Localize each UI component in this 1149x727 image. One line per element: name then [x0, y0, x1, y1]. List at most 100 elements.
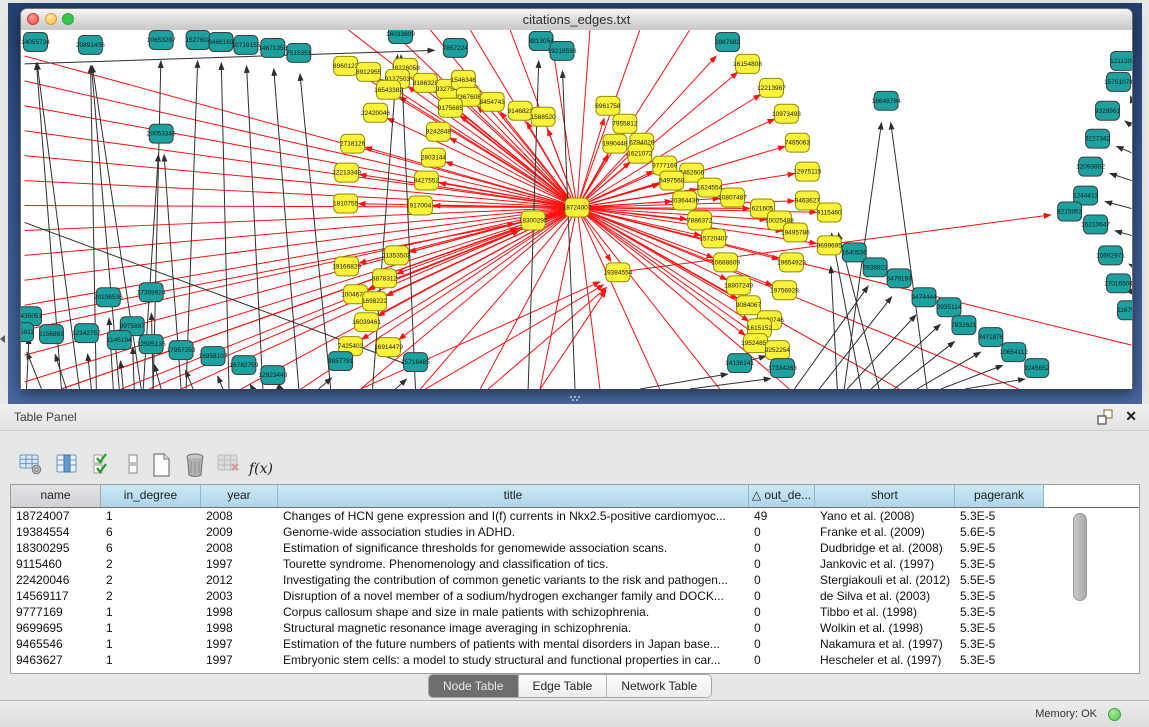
- graph-node[interactable]: 16782759: [230, 356, 259, 375]
- tab-network-table[interactable]: Network Table: [607, 675, 711, 697]
- graph-node[interactable]: 2935114: [937, 298, 962, 317]
- graph-node[interactable]: 9245652: [1024, 359, 1050, 378]
- graph-node[interactable]: 16543382: [374, 80, 403, 99]
- graph-node[interactable]: 19756928: [770, 281, 799, 300]
- graph-node[interactable]: 16039461: [352, 313, 381, 332]
- select-all-icon[interactable]: [88, 450, 118, 480]
- graph-node[interactable]: 16914479: [374, 338, 403, 357]
- graph-node[interactable]: 9329961: [1095, 101, 1121, 120]
- graph-node[interactable]: 2887682: [715, 32, 741, 51]
- graph-node[interactable]: 6497568: [659, 171, 685, 190]
- graph-node[interactable]: 17359924: [137, 283, 166, 302]
- graph-node[interactable]: 917004: [408, 196, 432, 215]
- new-table-icon[interactable]: [146, 450, 176, 480]
- close-icon[interactable]: ✕: [1125, 407, 1137, 425]
- graph-node[interactable]: 2803144: [421, 148, 447, 167]
- vertical-scrollbar[interactable]: [1072, 511, 1087, 671]
- graph-node[interactable]: 16210647: [1081, 215, 1110, 234]
- graph-node[interactable]: 7485063: [785, 133, 811, 152]
- graph-node[interactable]: 19384554: [603, 263, 632, 282]
- graph-node[interactable]: 12093852: [1076, 157, 1105, 176]
- table-row[interactable]: 946554611997Estimation of the future num…: [11, 636, 1139, 652]
- graph-node[interactable]: 20053346: [147, 124, 176, 143]
- graph-node[interactable]: 1211305: [1110, 51, 1132, 70]
- graph-node[interactable]: 14055724: [21, 32, 50, 51]
- table-row[interactable]: 1830029562008Estimation of significance …: [11, 540, 1139, 556]
- table-row[interactable]: 2242004622012Investigating the contribut…: [11, 572, 1139, 588]
- graph-node[interactable]: 14671358: [258, 38, 287, 57]
- graph-node[interactable]: 20206536: [94, 288, 123, 307]
- graph-node[interactable]: 10807487: [718, 188, 747, 207]
- graph-node[interactable]: 9699695: [817, 236, 843, 255]
- graph-node[interactable]: 6466163: [208, 32, 234, 51]
- table-row[interactable]: 946362711997Embryonic stem cells: a mode…: [11, 652, 1139, 668]
- graph-node[interactable]: 16648784: [872, 91, 901, 110]
- graph-node[interactable]: 11353503: [382, 246, 411, 265]
- graph-node[interactable]: 10688809: [711, 253, 740, 272]
- graph-node[interactable]: 7515351: [286, 43, 312, 62]
- graph-node[interactable]: 1640536: [842, 243, 868, 262]
- table-row[interactable]: 1456911722003Disruption of a novel membe…: [11, 588, 1139, 604]
- graph-node[interactable]: 8471876: [978, 328, 1004, 347]
- graph-node[interactable]: 12975115: [793, 162, 822, 181]
- table-row[interactable]: 977716911998Corpus callosum shape and si…: [11, 604, 1139, 620]
- graph-node[interactable]: 15720407: [699, 229, 728, 248]
- graph-node[interactable]: 8912955: [356, 62, 382, 81]
- graph-node[interactable]: 8960123: [333, 56, 359, 75]
- column-header-pagerank[interactable]: pagerank: [955, 485, 1044, 507]
- graph-node[interactable]: 8454743: [480, 92, 506, 111]
- graph-node[interactable]: 9242848: [426, 122, 452, 141]
- window-titlebar[interactable]: citations_edges.txt: [21, 9, 1132, 31]
- graph-node[interactable]: 16154808: [733, 54, 762, 73]
- column-header-short[interactable]: short: [815, 485, 955, 507]
- graph-node[interactable]: 19166829: [332, 257, 361, 276]
- graph-node[interactable]: 6961758: [595, 96, 621, 115]
- graph-node[interactable]: 1810755: [333, 194, 359, 213]
- function-builder-icon[interactable]: f(x): [246, 454, 276, 484]
- graph-node[interactable]: 3915911: [21, 323, 34, 342]
- splitter-grip-icon[interactable]: [570, 396, 580, 402]
- network-canvas[interactable]: 1872400789601238912955182260589127503165…: [21, 30, 1132, 389]
- graph-node[interactable]: 9463627: [795, 191, 821, 210]
- column-header-in_degree[interactable]: in_degree: [101, 485, 201, 507]
- graph-node[interactable]: 9175685: [438, 98, 464, 117]
- graph-node[interactable]: 7955812: [612, 114, 638, 133]
- graph-node[interactable]: 15716485: [401, 353, 430, 372]
- graph-node[interactable]: 16033809: [386, 30, 415, 43]
- graph-node[interactable]: 17334263: [768, 359, 797, 378]
- graph-node[interactable]: 10653287: [147, 30, 176, 49]
- graph-node[interactable]: 17957253: [167, 341, 196, 360]
- graph-node[interactable]: 14136141: [725, 354, 754, 373]
- graph-node[interactable]: 12342757: [72, 324, 101, 343]
- collapse-panel-arrow-icon[interactable]: [0, 335, 5, 343]
- graph-node[interactable]: 7886372: [687, 211, 713, 230]
- graph-node[interactable]: 1145194: [107, 331, 132, 350]
- graph-node[interactable]: 20364436: [670, 191, 699, 210]
- graph-node[interactable]: 18807249: [724, 276, 753, 295]
- graph-node[interactable]: 9115460: [817, 203, 842, 222]
- graph-node[interactable]: 10719155: [232, 35, 261, 54]
- graph-node[interactable]: 9252254: [765, 341, 791, 360]
- column-header-name[interactable]: name: [11, 485, 101, 507]
- deselect-all-icon[interactable]: [118, 450, 148, 480]
- graph-node[interactable]: 15692971: [1096, 246, 1125, 265]
- graph-node[interactable]: 1527602: [185, 30, 211, 49]
- graph-node[interactable]: 1546346: [451, 70, 477, 89]
- graph-node[interactable]: 18724007: [563, 198, 592, 217]
- graph-node[interactable]: 9084067: [736, 296, 762, 315]
- float-window-icon[interactable]: [1097, 409, 1113, 425]
- graph-node[interactable]: 22420046: [361, 103, 390, 122]
- column-header-title[interactable]: title: [278, 485, 749, 507]
- scrollbar-thumb[interactable]: [1073, 513, 1087, 601]
- graph-node[interactable]: 19654923: [777, 253, 806, 272]
- graph-node[interactable]: 9146821: [508, 101, 534, 120]
- delete-entries-icon[interactable]: [180, 450, 210, 480]
- graph-node[interactable]: 19495786: [781, 223, 810, 242]
- table-row[interactable]: 1938455462009Genome-wide association stu…: [11, 524, 1139, 540]
- show-columns-icon[interactable]: [52, 450, 82, 480]
- graph-node[interactable]: 19218596: [548, 41, 577, 60]
- graph-node[interactable]: 16958107: [199, 347, 228, 366]
- graph-node[interactable]: 5938923: [863, 258, 889, 277]
- graph-node[interactable]: 12213967: [757, 78, 786, 97]
- graph-node[interactable]: 8186328: [413, 73, 439, 92]
